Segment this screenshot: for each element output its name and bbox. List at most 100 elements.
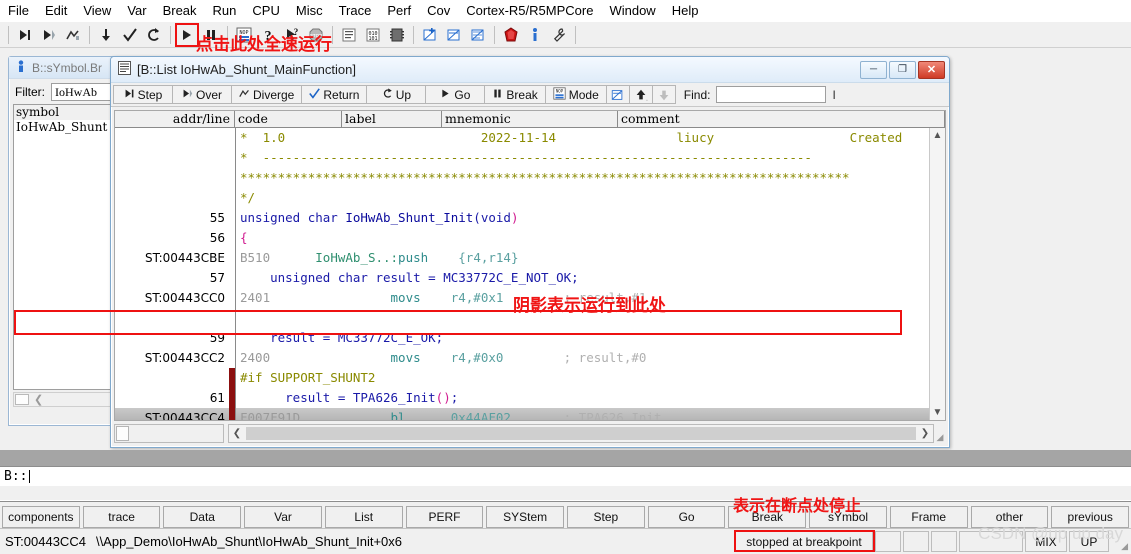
step-diverge-icon[interactable] [62,24,84,46]
command-second-line[interactable] [0,486,1131,500]
over-button[interactable]: Over [172,85,232,104]
stop-icon[interactable]: STOP [305,24,327,46]
up-arrow-icon[interactable]: .. [628,85,653,104]
list-icon[interactable] [338,24,360,46]
scroll-down-icon[interactable]: ▼ [930,405,945,420]
menu-item-break[interactable]: Break [155,1,205,20]
code-row[interactable] [115,308,945,328]
list-window[interactable]: [B::List IoHwAb_Shunt_MainFunction] ─ ❐ … [110,56,950,448]
menu-item-help[interactable]: Help [664,1,707,20]
step-over-icon[interactable] [38,24,60,46]
code-row[interactable]: 56 { [115,228,945,248]
code-row[interactable]: 59 result = MC33772C_E_OK; [115,328,945,348]
softkey-components[interactable]: components [2,506,80,528]
go-icon[interactable] [175,22,199,47]
break-icon[interactable] [200,24,222,46]
code-rows[interactable]: * 1.0 2022-11-14 liucy Created * --------… [115,128,945,420]
code-vertical-scrollbar[interactable]: ▲ ▼ [929,128,945,420]
scroll-right-icon[interactable]: ❯ [917,428,933,439]
status-mode[interactable]: MIX [1025,531,1067,552]
softkey-go[interactable]: Go [647,506,726,528]
menu-item-edit[interactable]: Edit [37,1,75,20]
memory-chip-icon[interactable] [386,24,408,46]
nop-icon[interactable]: NOP [233,24,255,46]
code-row[interactable]: ST:00443CBE B510 IoHwAb_S..:push {r4,r14} [115,248,945,268]
register-window-icon[interactable] [605,85,630,104]
scrollbar-thumb[interactable] [15,394,29,405]
softkey-previous[interactable]: previous [1051,506,1130,528]
menu-item-run[interactable]: Run [205,1,245,20]
alert-icon[interactable] [500,24,522,46]
info-icon[interactable] [524,24,546,46]
up-button[interactable]: Up [366,85,427,104]
find-input[interactable] [716,86,827,103]
step-up-icon[interactable] [143,24,165,46]
step-down-icon[interactable] [95,24,117,46]
menu-item-misc[interactable]: Misc [288,1,331,20]
step-button[interactable]: Step [113,85,173,104]
scroll-left-icon[interactable]: ❮ [34,393,43,406]
softkey-frame[interactable]: Frame [889,506,968,528]
close-button[interactable]: ✕ [918,60,945,79]
softkey-break[interactable]: Break [728,506,807,528]
step-into-icon[interactable] [14,24,36,46]
softkey-system[interactable]: SYStem [486,506,565,528]
code-row[interactable]: 55 unsigned char IoHwAb_Shunt_Init(void) [115,208,945,228]
register-add-icon[interactable] [419,24,441,46]
softkey-var[interactable]: Var [244,506,322,528]
scroll-left-icon[interactable]: ❮ [229,428,245,439]
return-button[interactable]: Return [301,85,368,104]
context-help-icon[interactable]: ? [281,24,303,46]
menu-item-window[interactable]: Window [601,1,663,20]
softkey-other[interactable]: other [970,506,1049,528]
code-horizontal-scrollbar[interactable]: ❮ ❯ [228,424,934,443]
go-button[interactable]: Go [425,85,486,104]
softkey-list[interactable]: List [324,506,403,528]
scrollbar-track[interactable] [930,143,945,405]
softkey-perf[interactable]: PERF [405,506,484,528]
status-up[interactable]: UP [1069,531,1109,552]
softkey-symbol[interactable]: sYmbol [809,506,887,528]
command-line[interactable]: B:: [0,467,1131,486]
code-row[interactable]: ****************************************… [115,168,945,188]
diverge-button[interactable]: Diverge [231,85,303,104]
data-dump-icon[interactable]: 010 101 [362,24,384,46]
menu-item-trace[interactable]: Trace [331,1,380,20]
command-area[interactable]: B:: [0,466,1131,502]
scrollbar-thumb[interactable] [246,427,916,440]
scroll-up-icon[interactable]: ▲ [930,128,945,143]
menu-item-cortex-r5[interactable]: Cortex-R5/R5MPCore [458,1,601,20]
mode-button[interactable]: NOP Mode [544,85,607,104]
register-list-icon[interactable] [467,24,489,46]
addr-column-scrollbar[interactable] [114,424,224,443]
code-row[interactable]: 61 result = TPA626_Init(); [115,388,945,408]
code-row[interactable]: ST:00443CC2 2400 movs r4,#0x0 ; result,#0 [115,348,945,368]
list-window-titlebar[interactable]: [B::List IoHwAb_Shunt_MainFunction] ─ ❐ … [111,57,949,83]
menu-item-file[interactable]: File [0,1,37,20]
register-icon[interactable] [443,24,465,46]
resize-grip[interactable]: ◢ [1110,529,1131,554]
break-button[interactable]: Break [484,85,546,104]
menu-item-perf[interactable]: Perf [379,1,419,20]
code-row[interactable]: #if SUPPORT_SHUNT2 [115,368,945,388]
softkey-trace[interactable]: trace [82,506,161,528]
code-row[interactable]: * 1.0 2022-11-14 liucy Created [115,128,945,148]
code-row[interactable]: * --------------------------------------… [115,148,945,168]
code-row[interactable]: 57 unsigned char result = MC33772C_E_NOT… [115,268,945,288]
softkey-step[interactable]: Step [567,506,645,528]
code-row[interactable]: ST:00443CC0 2401 movs r4,#0x1 ; result,#1 [115,288,945,308]
maximize-button[interactable]: ❐ [889,60,916,79]
code-listing-area[interactable]: addr/line code label mnemonic comment * … [114,110,946,421]
minimize-button[interactable]: ─ [860,60,887,79]
menu-item-view[interactable]: View [75,1,119,20]
scrollbar-thumb[interactable] [116,426,129,441]
code-row[interactable]: ST:00443CC4 F007F91D bl 0x44AF02 ; TPA626… [115,408,945,420]
menu-item-cov[interactable]: Cov [419,1,458,20]
softkey-data[interactable]: Data [163,506,242,528]
settings-wrench-icon[interactable] [548,24,570,46]
step-return-icon[interactable] [119,24,141,46]
help-icon[interactable]: ? [257,24,279,46]
menu-item-var[interactable]: Var [119,1,154,20]
code-row[interactable]: */ [115,188,945,208]
resize-grip[interactable]: ◢ [934,424,946,443]
